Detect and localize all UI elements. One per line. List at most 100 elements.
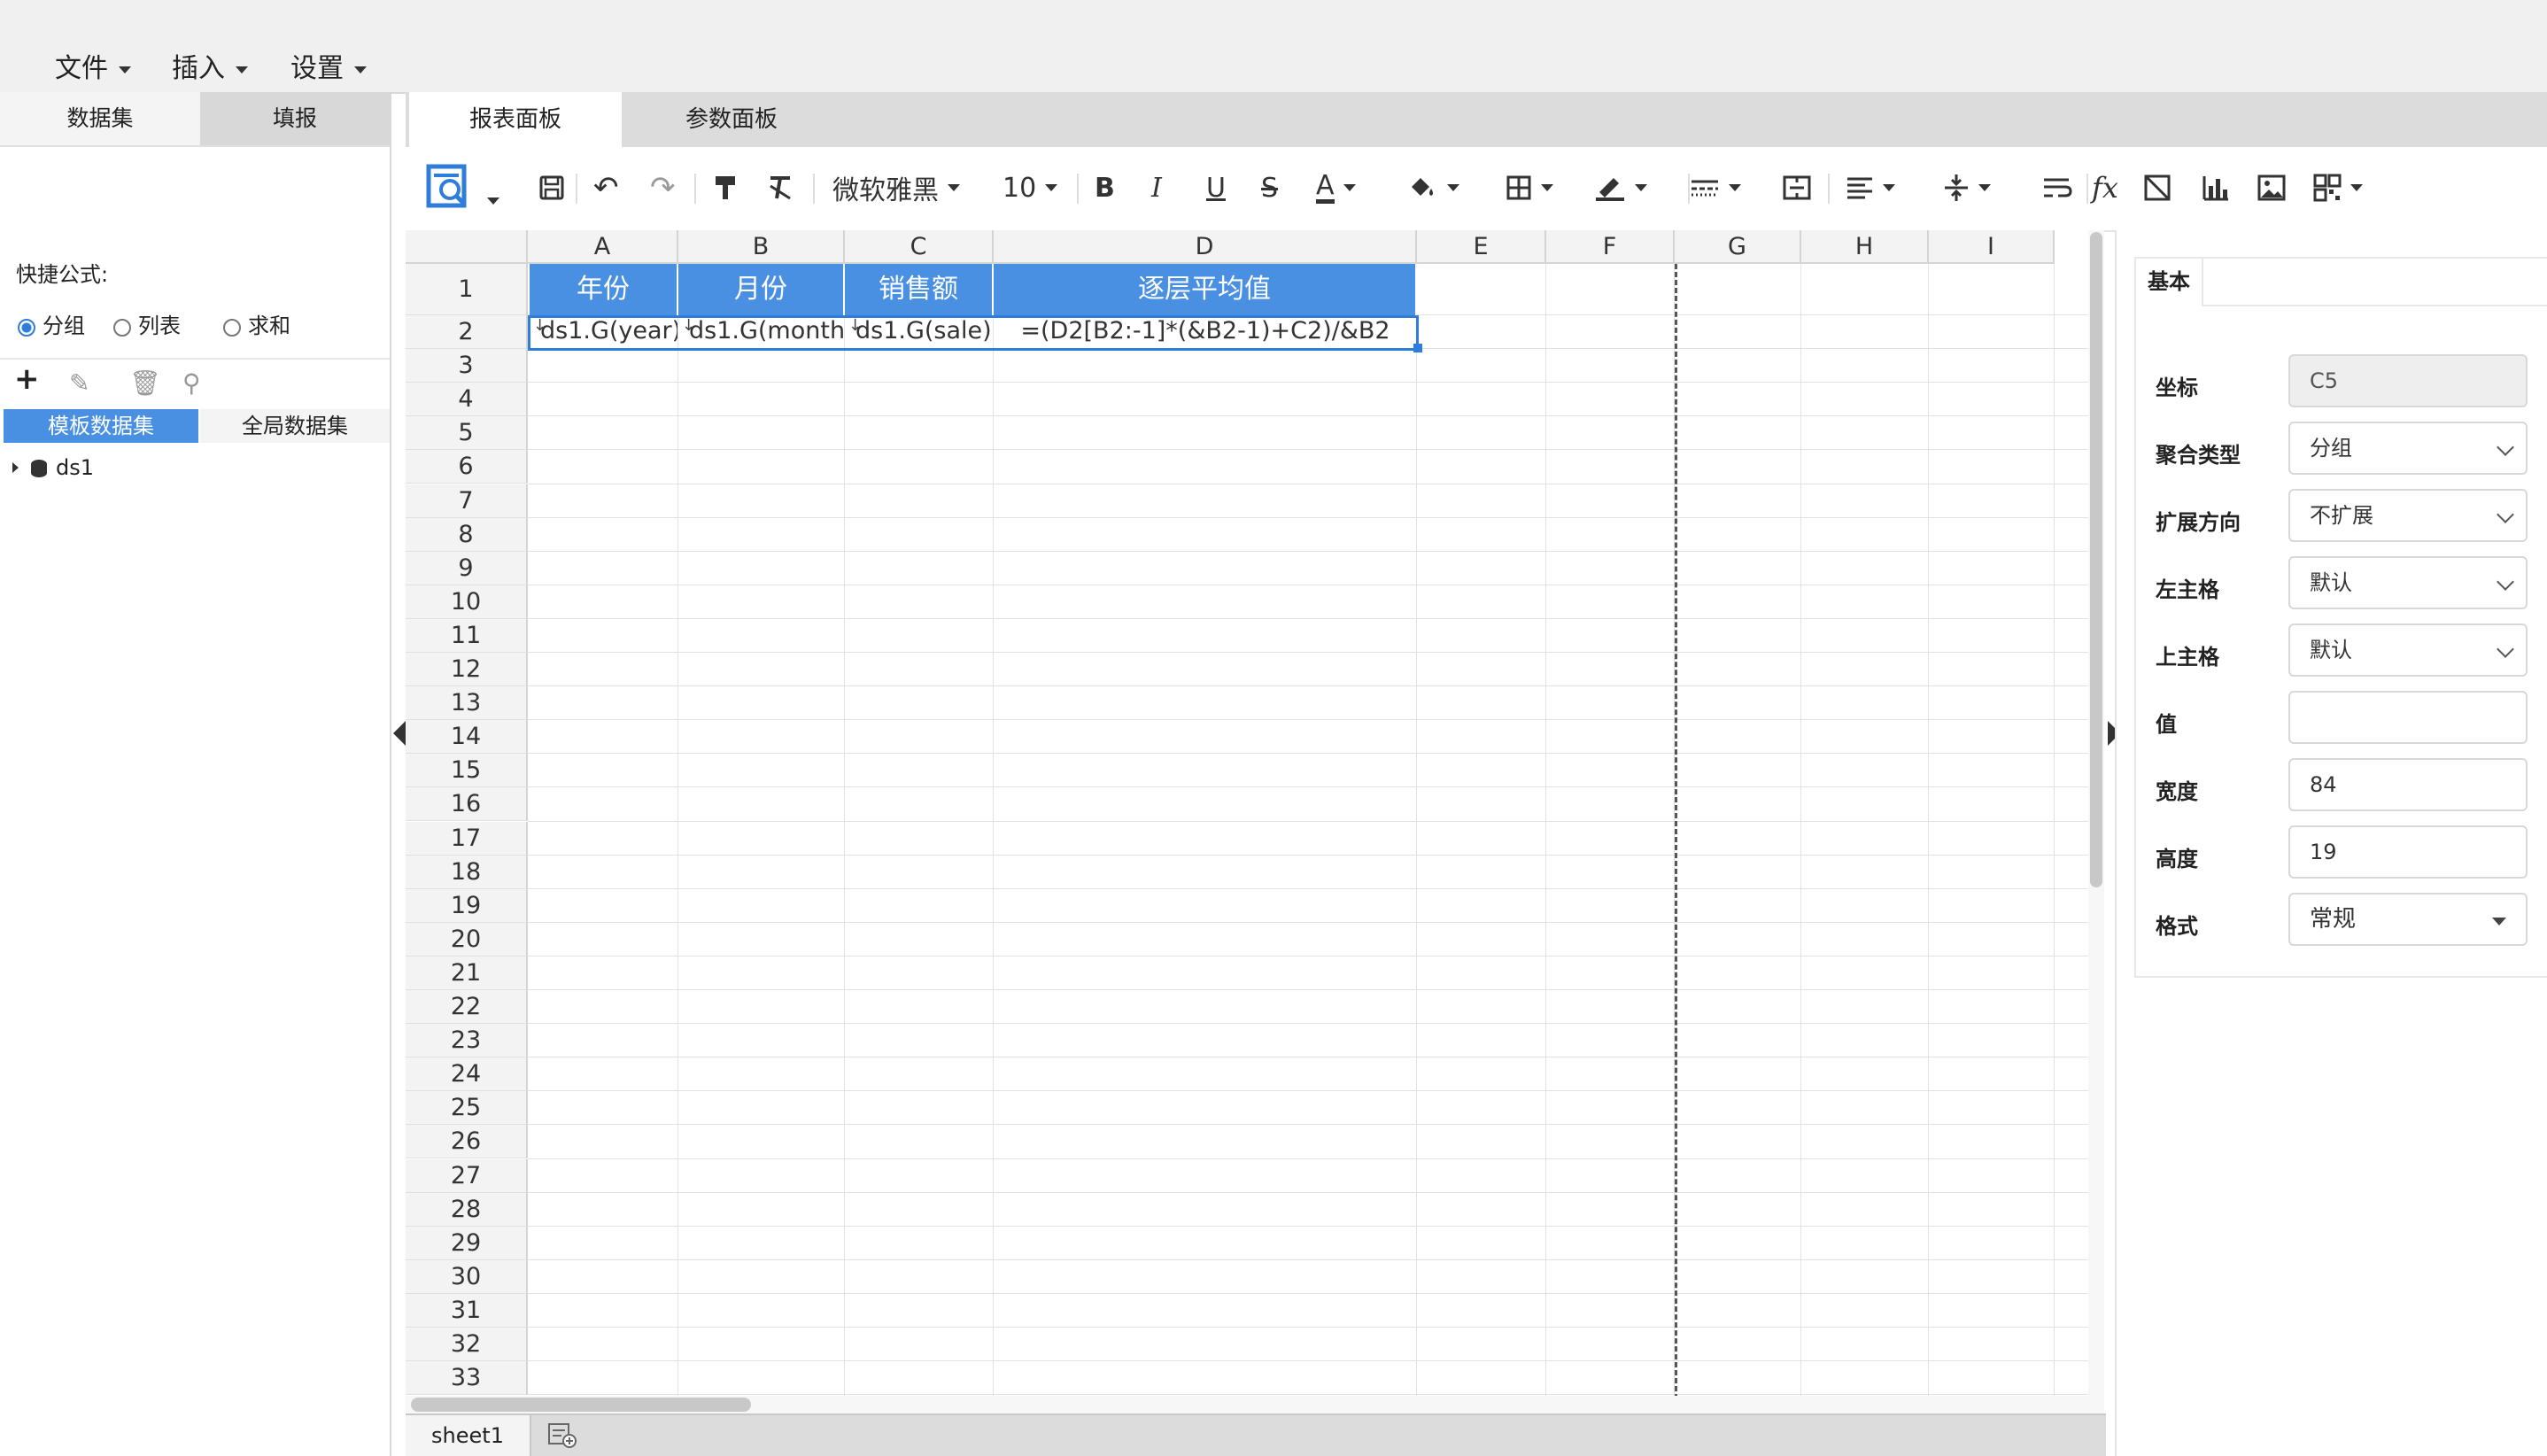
row-header-31[interactable]: 31 [406,1293,528,1328]
row-header-22[interactable]: 22 [406,990,528,1025]
fill-color-button[interactable] [1408,163,1459,213]
top-parent-select[interactable]: 默认 [2288,623,2528,677]
font-name-select[interactable]: 微软雅黑 [832,163,960,213]
caret-right-icon[interactable] [12,462,19,473]
border-button[interactable] [1506,163,1553,213]
row-header-6[interactable]: 6 [406,450,528,484]
tab-sheet1[interactable]: sheet1 [406,1415,531,1456]
column-header-a[interactable]: A [528,230,678,264]
tab-dataset[interactable]: 数据集 [0,92,200,145]
row-header-32[interactable]: 32 [406,1328,528,1362]
row-header-4[interactable]: 4 [406,383,528,417]
row-header-10[interactable]: 10 [406,585,528,619]
row-header-16[interactable]: 16 [406,787,528,822]
row-header-11[interactable]: 11 [406,618,528,653]
column-header-i[interactable]: I [1929,230,2055,264]
cell-b2[interactable]: ↓ ds1.G(month) [678,315,845,349]
column-header-e[interactable]: E [1417,230,1546,264]
row-header-30[interactable]: 30 [406,1259,528,1294]
column-header-c[interactable]: C [845,230,994,264]
cell-c2[interactable]: ↓ ds1.G(sale) [845,315,994,349]
collapse-left-icon[interactable] [393,721,406,746]
menu-settings[interactable]: 设置 [290,46,367,85]
tab-report-panel[interactable]: 报表面板 [409,92,622,147]
tab-global-dataset[interactable]: 全局数据集 [200,409,390,443]
fill-handle[interactable] [1413,344,1422,352]
tab-fill[interactable]: 填报 [200,92,390,145]
row-header-25[interactable]: 25 [406,1091,528,1126]
search-icon[interactable]: ⚲ [182,368,201,398]
row-header-33[interactable]: 33 [406,1361,528,1396]
tab-param-panel[interactable]: 参数面板 [625,92,838,147]
row-header-27[interactable]: 27 [406,1158,528,1193]
menu-file[interactable]: 文件 [55,46,131,85]
row-header-20[interactable]: 20 [406,922,528,956]
expand-direction-select[interactable]: 不扩展 [2288,489,2528,542]
tree-item-ds1[interactable]: ds1 [12,455,94,480]
format-select[interactable]: 常规 [2288,893,2528,946]
add-sheet-button[interactable] [547,1422,577,1452]
row-header-2[interactable]: 2 [406,315,528,350]
cell-c1[interactable]: 销售额 [845,264,994,315]
aggregation-type-select[interactable]: 分组 [2288,422,2528,475]
tab-basic[interactable]: 基本 [2136,259,2203,306]
column-header-d[interactable]: D [994,230,1417,264]
height-input[interactable]: 19 [2288,825,2528,879]
border-color-button[interactable] [1594,163,1647,213]
row-header-19[interactable]: 19 [406,888,528,923]
vertical-scrollbar-thumb[interactable] [2090,232,2102,887]
column-header-h[interactable]: H [1801,230,1929,264]
row-header-9[interactable]: 9 [406,551,528,585]
horizontal-scrollbar-thumb[interactable] [411,1398,751,1412]
row-header-21[interactable]: 21 [406,956,528,990]
radio-group[interactable]: 分组 [18,308,85,339]
italic-button[interactable]: I [1151,163,1162,213]
row-header-23[interactable]: 23 [406,1024,528,1058]
row-header-18[interactable]: 18 [406,855,528,889]
cell-d1[interactable]: 逐层平均值 [994,264,1417,315]
font-color-button[interactable]: A [1316,163,1356,213]
row-header-7[interactable]: 7 [406,484,528,518]
row-header-1[interactable]: 1 [406,264,528,315]
valign-button[interactable] [1943,163,1991,213]
grid-corner[interactable] [406,230,528,264]
cell-a1[interactable]: 年份 [530,264,678,315]
row-header-12[interactable]: 12 [406,653,528,687]
row-header-13[interactable]: 13 [406,686,528,721]
wrap-text-button[interactable] [2042,163,2072,213]
save-button[interactable] [538,163,565,213]
line-style-button[interactable] [1690,163,1741,213]
trash-icon[interactable]: 🗑 [129,368,161,398]
column-header-f[interactable]: F [1546,230,1675,264]
value-input[interactable] [2288,691,2528,744]
row-header-26[interactable]: 26 [406,1125,528,1159]
radio-list[interactable]: 列表 [113,308,181,339]
row-header-29[interactable]: 29 [406,1226,528,1260]
row-header-3[interactable]: 3 [406,349,528,383]
qrcode-button[interactable] [2313,163,2363,213]
redo-button[interactable]: ↷ [650,163,676,213]
row-header-24[interactable]: 24 [406,1057,528,1092]
width-input[interactable]: 84 [2288,758,2528,811]
merge-cells-button[interactable] [1782,163,1812,213]
column-header-b[interactable]: B [678,230,845,264]
function-button[interactable]: fx [2092,163,2118,213]
tab-template-dataset[interactable]: 模板数据集 [4,409,198,443]
radio-sum[interactable]: 求和 [223,308,290,339]
format-painter-button[interactable] [712,163,739,213]
preview-button[interactable] [425,163,499,213]
plus-icon[interactable]: + [14,361,40,397]
row-header-5[interactable]: 5 [406,416,528,451]
chart-button[interactable] [2202,163,2230,213]
image-button[interactable] [2257,163,2287,213]
column-header-g[interactable]: G [1675,230,1801,264]
diagonal-button[interactable] [2143,163,2172,213]
row-header-15[interactable]: 15 [406,754,528,788]
clear-format-button[interactable] [767,163,794,213]
strikethrough-button[interactable]: S [1261,163,1278,213]
menu-insert[interactable]: 插入 [172,46,248,85]
cell-d2[interactable]: =(D2[B2:-1]*(&B2-1)+C2)/&B2 [994,315,1417,349]
row-header-17[interactable]: 17 [406,821,528,856]
underline-button[interactable]: U [1206,163,1226,213]
row-header-28[interactable]: 28 [406,1192,528,1227]
